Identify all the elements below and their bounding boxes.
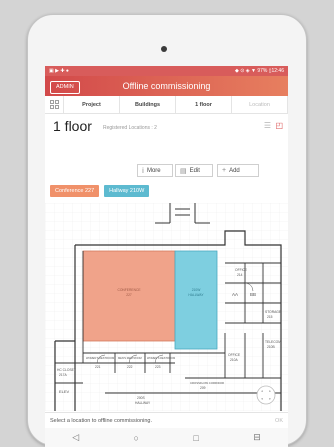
action-bar: ⅰ More ▤ Edit + Add (45, 164, 288, 180)
add-label: Add (229, 167, 240, 174)
elev-label: ELEV (59, 389, 70, 394)
aa-label: AA (232, 292, 238, 297)
breadcrumb: Project Buildings 1 floor Location (45, 96, 288, 114)
hallway-number: HALLWAY (188, 293, 204, 297)
hc-closet-number: 217A (59, 373, 68, 377)
breadcrumb-buildings[interactable]: Buildings (120, 96, 176, 113)
mens-label: MEN'S RESTROOM (118, 356, 142, 360)
floorplan-view-icon[interactable]: ◰ (275, 121, 283, 130)
more-button[interactable]: ⅰ More (137, 164, 173, 177)
app-bar: ADMIN Offline commissioning (45, 76, 288, 96)
telecom-number: 210B (267, 345, 276, 349)
back-icon[interactable]: ◁ (72, 432, 79, 443)
extra-nav-icon[interactable]: ⊟ (253, 432, 261, 443)
location-tags: Conference 227 Hallway 210W (50, 185, 150, 197)
breadcrumb-project[interactable]: Project (64, 96, 120, 113)
conference-number: 227 (126, 293, 132, 297)
recent-apps-icon[interactable]: □ (193, 433, 198, 443)
app-title: Offline commissioning (122, 81, 211, 91)
screen: ▣ ▶ ✚ ● ◆ ⊙ ◈ ▼ 97% ▯12:46 ADMIN Offline… (45, 66, 288, 447)
room-hallway-210w[interactable] (174, 250, 218, 350)
system-nav-bar: ◁ ○ □ ⊟ (45, 428, 288, 447)
ok-button[interactable]: OK (275, 418, 283, 424)
page-title: 1 floor (53, 118, 92, 134)
grid-icon[interactable] (45, 96, 64, 113)
hallway-label: 210W (192, 288, 202, 292)
office2-number: 210A (230, 358, 239, 362)
office-label: OFFICE (235, 268, 248, 272)
status-left-icons: ▣ ▶ ✚ ● (49, 68, 69, 74)
breadcrumb-location[interactable]: Location (232, 96, 288, 113)
camera-dot (161, 46, 167, 52)
status-right-icons: ◆ ⊙ ◈ ▼ 97% ▯12:46 (234, 68, 284, 74)
corridor-number: 209 (200, 386, 206, 390)
office-number: 214 (237, 273, 243, 277)
hint-text: Select a location to offline commissioni… (50, 417, 153, 424)
plus-icon: + (222, 167, 227, 174)
office2-label: OFFICE (228, 353, 241, 357)
more-label: More (146, 167, 161, 174)
bb-label: BB (250, 292, 256, 297)
conference-label: CONFERENCE (117, 288, 141, 292)
add-button[interactable]: + Add (217, 164, 259, 177)
edit-icon: ▤ (180, 167, 187, 175)
tag-hallway-210w[interactable]: Hallway 210W (104, 185, 150, 197)
telecom-label: TELECOM (265, 340, 281, 344)
hallway2-label: HALLWAY (135, 401, 151, 405)
hallway2-number: 200S (137, 396, 146, 400)
womens-number: 221 (95, 365, 101, 369)
floor-plan-map[interactable]: CONFERENCE 227 210W HALLWAY OFFICE 214 A… (45, 203, 288, 411)
status-bar: ▣ ▶ ✚ ● ◆ ⊙ ◈ ▼ 97% ▯12:46 (45, 66, 288, 76)
breadcrumb-floor[interactable]: 1 floor (176, 96, 232, 113)
womens2-number: 223 (155, 365, 161, 369)
mens-number: 222 (127, 365, 133, 369)
tablet-device: ▣ ▶ ✚ ● ◆ ⊙ ◈ ▼ 97% ▯12:46 ADMIN Offline… (27, 14, 307, 447)
info-icon: ⅰ (142, 167, 144, 175)
hc-closet-label: HC CLOSET (57, 368, 76, 372)
womens2-label: WOMEN'S RESTROOM (147, 356, 175, 360)
storage-number: 215 (267, 315, 273, 319)
home-icon[interactable]: ○ (134, 433, 139, 443)
hint-bar: Select a location to offline commissioni… (45, 412, 288, 428)
floor-header: 1 floor Registered Locations : 2 ☰ ◰ (45, 114, 288, 138)
corridor-label: CROSSFLOW CORRIDOR (190, 381, 224, 385)
womens-label: WOMEN'S RESTROOM (86, 356, 114, 360)
floor-plan-svg: CONFERENCE 227 210W HALLWAY OFFICE 214 A… (45, 203, 288, 411)
registered-locations-count: Registered Locations : 2 (103, 125, 157, 131)
storage-label: STORAGE (265, 310, 282, 314)
edit-button[interactable]: ▤ Edit (175, 164, 213, 177)
list-view-icon[interactable]: ☰ (264, 121, 271, 130)
tag-conference-227[interactable]: Conference 227 (50, 185, 100, 197)
fullscreen-icon[interactable] (256, 385, 276, 405)
edit-label: Edit (189, 167, 200, 174)
